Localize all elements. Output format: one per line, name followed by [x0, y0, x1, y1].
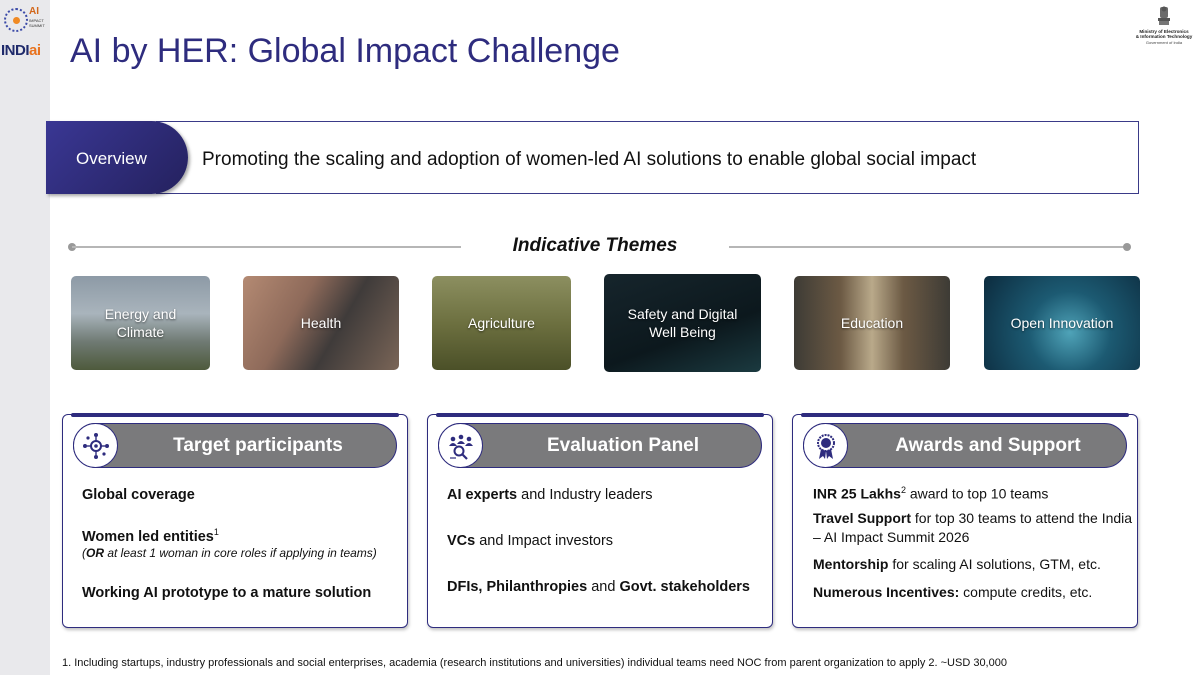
- theme-label: Health: [300, 315, 342, 331]
- national-emblem-icon: [1157, 5, 1171, 27]
- theme-label: Safety and Digital Well Being: [627, 306, 738, 340]
- ministry-logo: Ministry of Electronics & Information Te…: [1128, 2, 1200, 52]
- theme-label: Open Innovation: [1010, 315, 1114, 331]
- theme-agriculture: Agriculture: [432, 276, 571, 370]
- awards-item-2: Travel Support for top 30 teams to atten…: [813, 510, 1133, 545]
- participants-item-2-note: (OR at least 1 woman in core roles if ap…: [82, 546, 377, 560]
- logo-ai-text: AI: [29, 6, 39, 17]
- theme-health: Health: [243, 276, 399, 370]
- theme-label: Agriculture: [468, 315, 535, 331]
- participants-item-2: Women led entities1: [82, 527, 219, 545]
- network-gear-icon: [73, 423, 118, 468]
- card-title: Awards and Support: [895, 435, 1081, 456]
- theme-label: Energy and Climate: [104, 306, 177, 340]
- logo-small-text: IMPACT SUMMIT: [29, 18, 45, 28]
- participants-item-3: Working AI prototype to a mature solutio…: [82, 585, 372, 601]
- sun-emblem-icon: [4, 8, 28, 32]
- theme-energy-climate: Energy and Climate: [71, 276, 210, 370]
- left-sidebar-strip: AI IMPACT SUMMIT INDIai: [0, 0, 50, 675]
- team-search-icon: [438, 423, 483, 468]
- overview-label: Overview: [76, 149, 147, 168]
- panel-item-2: VCs and Impact investors: [447, 533, 614, 549]
- theme-label: Education: [840, 315, 904, 331]
- ai-impact-summit-logo: AI IMPACT SUMMIT: [2, 4, 48, 38]
- overview-text: Promoting the scaling and adoption of wo…: [202, 149, 977, 170]
- card-header-pill: Awards and Support: [803, 423, 1127, 468]
- themes-line-right: [729, 246, 1127, 248]
- awards-support-card: Awards and Support INR 25 Lakhs2 award t…: [792, 413, 1138, 628]
- panel-item-1: AI experts and Industry leaders: [447, 487, 653, 503]
- theme-safety-digital: Safety and Digital Well Being: [604, 274, 761, 372]
- themes-line-dot-right: [1123, 243, 1131, 251]
- target-participants-card: Target participants Global coverage Wome…: [62, 413, 408, 628]
- indiai-logo: INDIai: [1, 42, 41, 59]
- footnote: 1. Including startups, industry professi…: [62, 657, 1007, 669]
- theme-open-innovation: Open Innovation: [984, 276, 1140, 370]
- card-header-pill: Target participants: [73, 423, 397, 468]
- panel-item-3: DFIs, Philanthropies and Govt. stakehold…: [447, 579, 750, 595]
- ministry-line3: Government of India: [1145, 39, 1183, 45]
- card-header-pill: Evaluation Panel: [438, 423, 762, 468]
- award-ribbon-icon: [803, 423, 848, 468]
- card-title: Target participants: [173, 435, 343, 456]
- participants-item-1: Global coverage: [82, 487, 195, 503]
- card-title: Evaluation Panel: [546, 435, 700, 456]
- evaluation-panel-card: Evaluation Panel AI experts and Industry…: [427, 413, 773, 628]
- theme-education: Education: [794, 276, 950, 370]
- page-title: AI by HER: Global Impact Challenge: [70, 32, 620, 70]
- awards-item-1: INR 25 Lakhs2 award to top 10 teams: [813, 485, 1049, 502]
- awards-item-4: Numerous Incentives: compute credits, et…: [813, 584, 1093, 600]
- awards-item-3: Mentorship for scaling AI solutions, GTM…: [813, 556, 1101, 572]
